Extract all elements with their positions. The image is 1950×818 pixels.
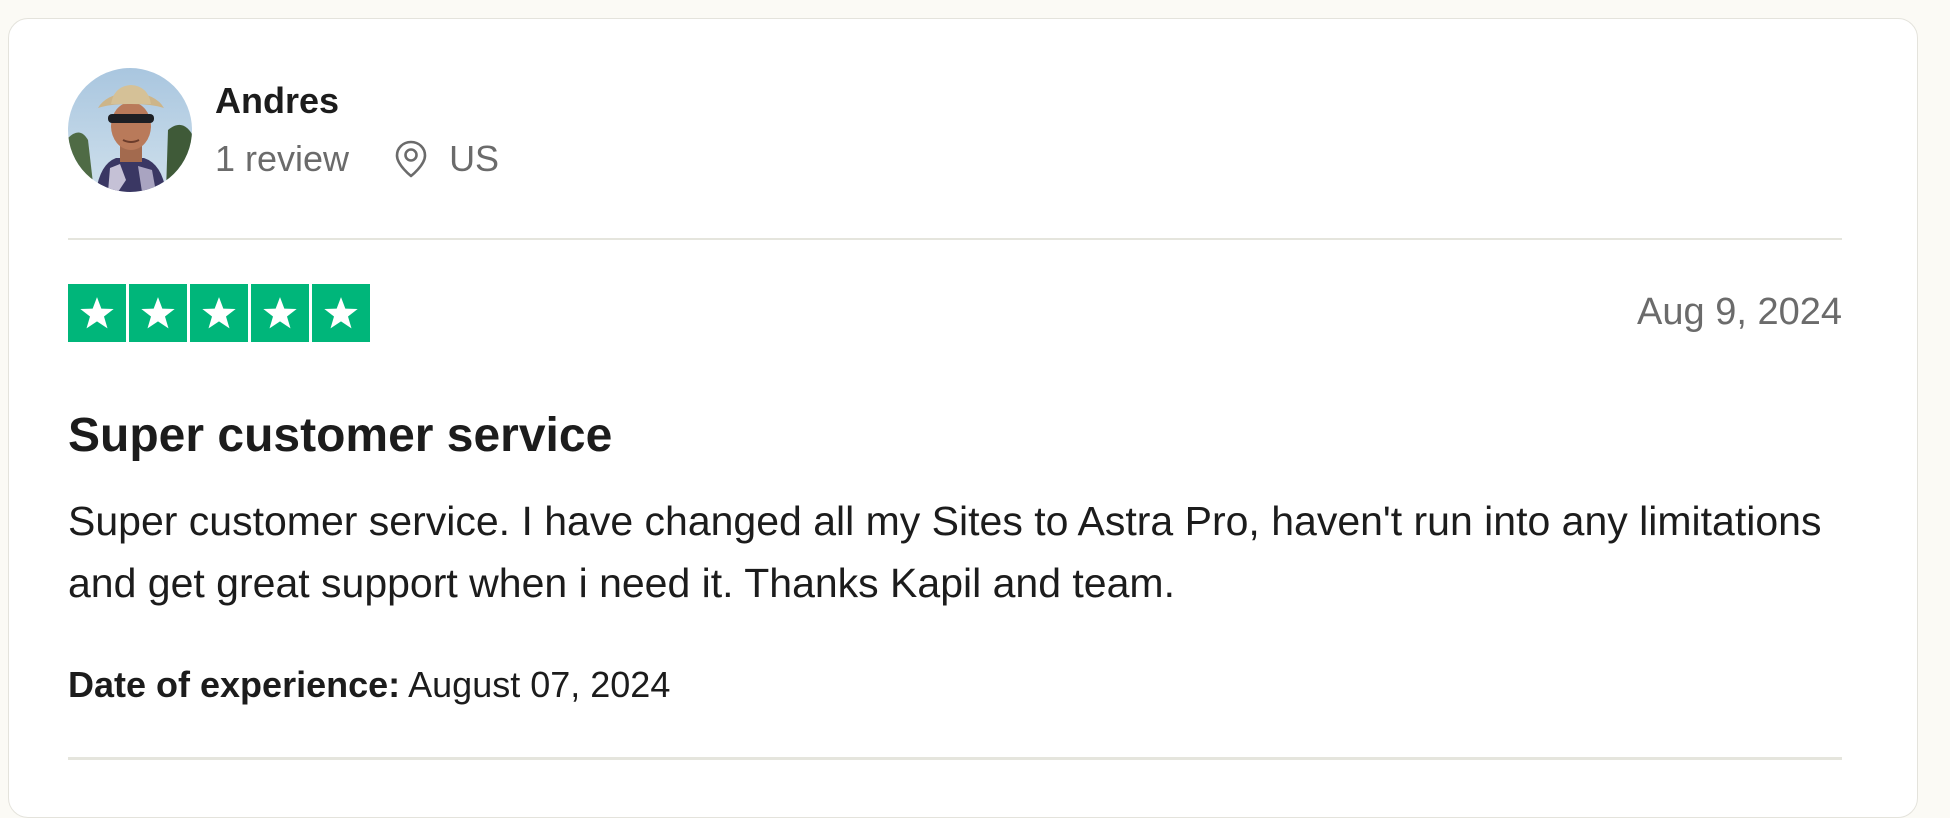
consumer-info: Andres 1 review US	[215, 80, 499, 180]
header-divider	[68, 238, 1842, 240]
star-rating	[68, 284, 1842, 342]
review-title[interactable]: Super customer service	[68, 408, 612, 464]
review-text: Super customer service. I have changed a…	[68, 498, 1822, 606]
review-date: Aug 9, 2024	[1637, 291, 1842, 333]
review-count: 1 review	[215, 138, 350, 179]
date-of-experience: Date of experience: August 07, 2024	[68, 664, 670, 706]
consumer-country: US	[449, 138, 500, 179]
footer-divider	[68, 757, 1842, 760]
experience-value: August 07, 2024	[408, 664, 671, 705]
experience-label: Date of experience:	[68, 664, 401, 705]
star-icon	[129, 284, 187, 342]
consumer-name[interactable]: Andres	[215, 80, 499, 122]
star-icon	[68, 284, 126, 342]
star-icon	[312, 284, 370, 342]
avatar-photo-icon	[68, 68, 192, 192]
consumer-meta: 1 review US	[215, 138, 499, 180]
location-pin-icon	[393, 138, 429, 180]
consumer-location: US	[393, 138, 499, 180]
star-icon	[251, 284, 309, 342]
rating-row: Aug 9, 2024	[68, 284, 1842, 342]
star-icon	[190, 284, 248, 342]
consumer-avatar[interactable]	[68, 68, 192, 192]
consumer-header: Andres 1 review US	[68, 68, 499, 192]
